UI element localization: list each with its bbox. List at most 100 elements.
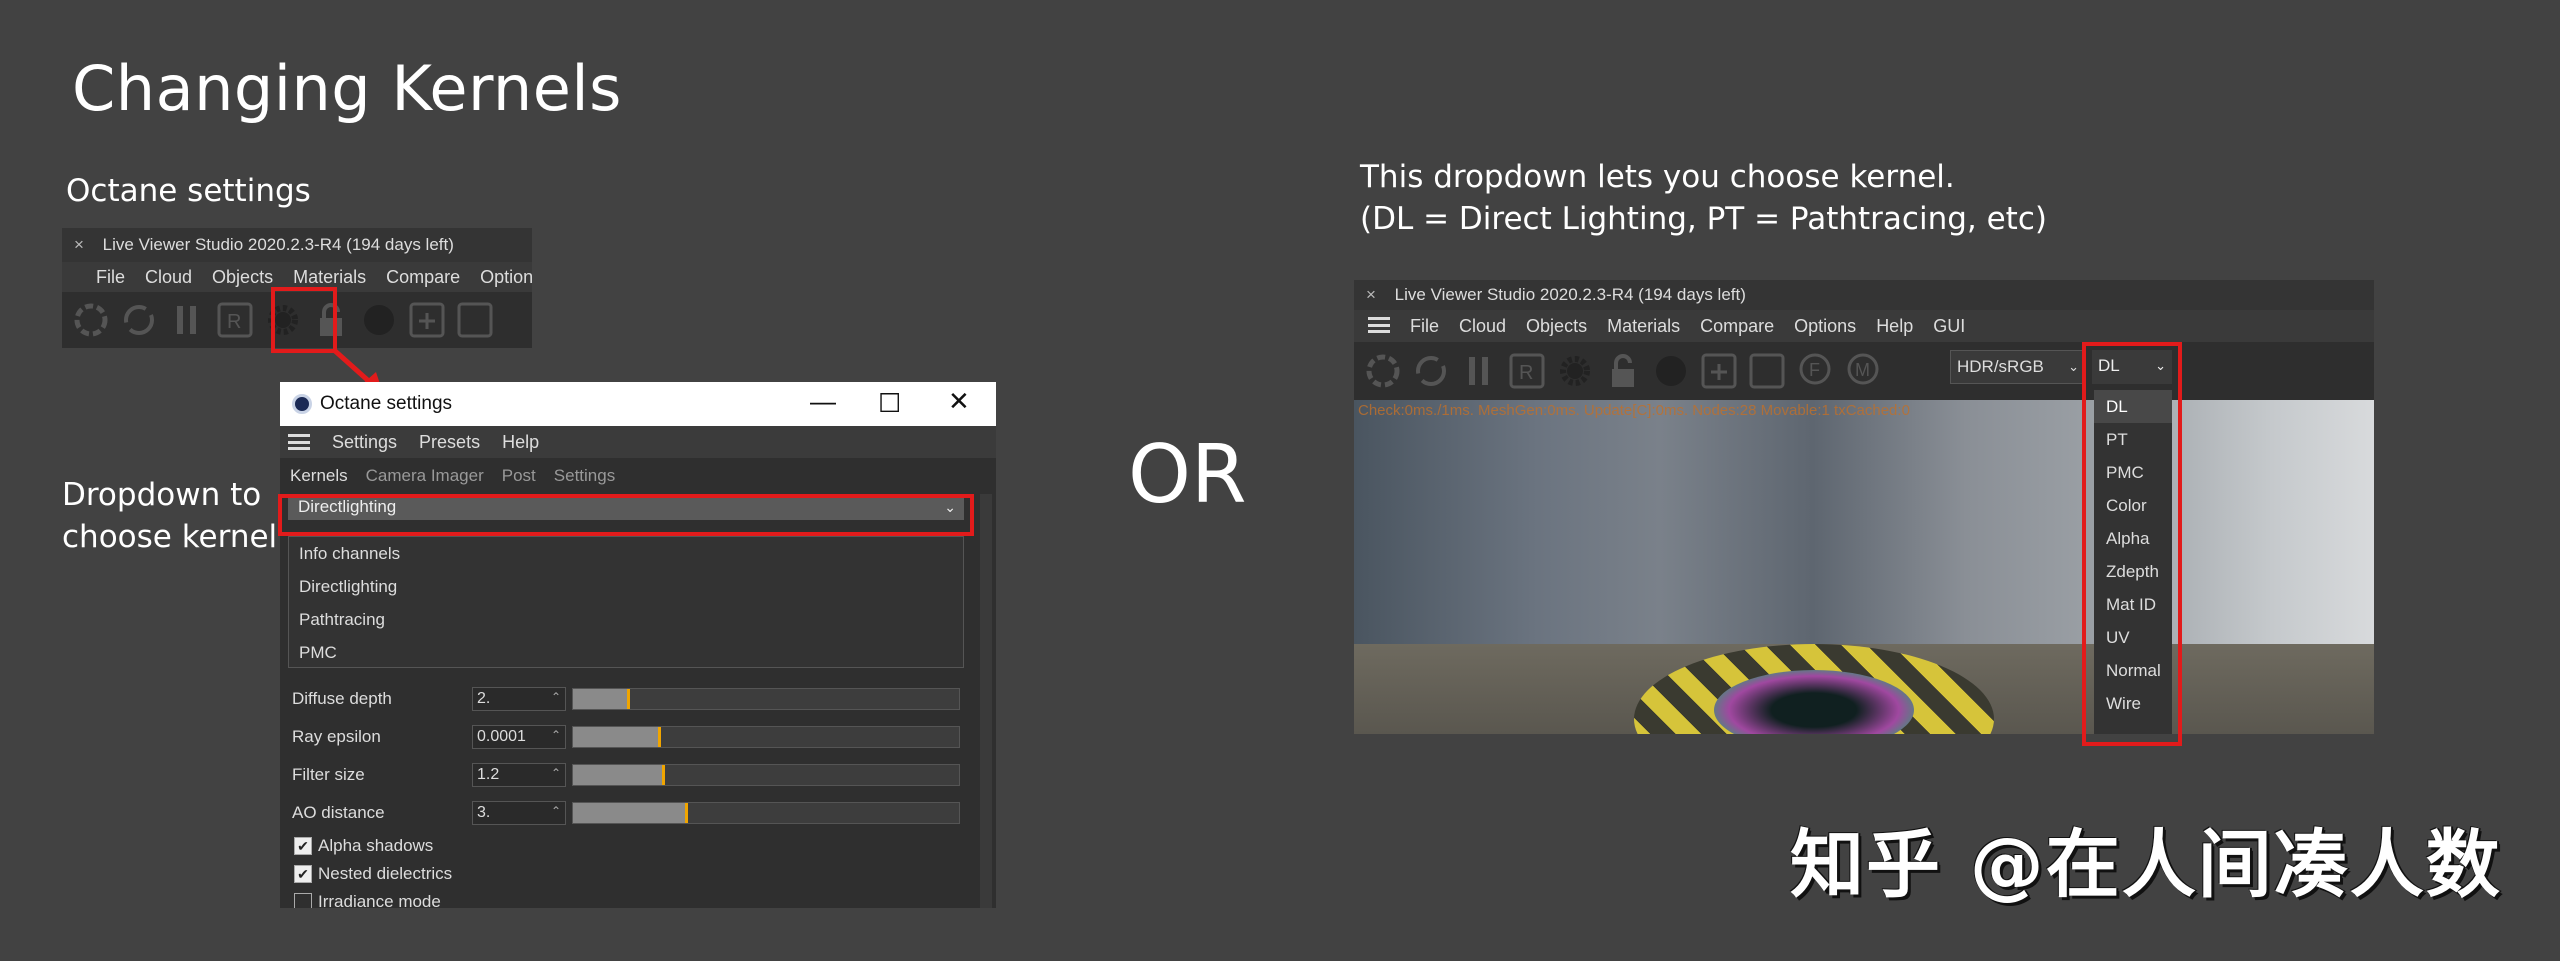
menu-cloud[interactable]: Cloud <box>145 262 192 292</box>
kernel-option-directlighting[interactable]: Directlighting <box>289 570 963 603</box>
region-render-icon[interactable]: R <box>216 301 254 339</box>
octane-settings-tabs: Kernels Camera Imager Post Settings <box>280 458 996 494</box>
menu-settings[interactable]: Settings <box>332 432 397 453</box>
live-viewer-large-titlebar: × Live Viewer Studio 2020.2.3-R4 (194 da… <box>1354 280 2374 310</box>
hamburger-icon[interactable] <box>1368 317 1390 333</box>
add-icon[interactable] <box>1700 352 1738 390</box>
param-value-field[interactable]: 0.0001 <box>472 724 566 749</box>
kernel-description-line1: This dropdown lets you choose kernel. <box>1360 159 1955 195</box>
maximize-icon[interactable]: ☐ <box>878 388 901 419</box>
hamburger-icon[interactable] <box>288 434 310 450</box>
checkbox-label: Alpha shadows <box>318 836 434 855</box>
kernel-description: This dropdown lets you choose kernel. (D… <box>1360 156 2047 240</box>
pause-icon[interactable] <box>1460 352 1498 390</box>
menu-objects[interactable]: Objects <box>212 262 273 292</box>
param-row: AO distance 3. <box>292 798 962 828</box>
kernel-option-info-channels[interactable]: Info channels <box>289 537 963 570</box>
menu-file[interactable]: File <box>1410 310 1439 342</box>
dropdown-caption-line1: Dropdown to <box>62 477 262 513</box>
menu-options[interactable]: Options <box>1794 310 1856 342</box>
octane-settings-titlebar: Octane settings — ☐ ✕ <box>280 382 996 426</box>
sphere-icon[interactable] <box>1652 352 1690 390</box>
checkbox-alpha-shadows[interactable]: ✔ Alpha shadows <box>294 836 433 856</box>
region-render-icon[interactable]: R <box>1508 352 1546 390</box>
color-mode-value: HDR/sRGB <box>1957 357 2044 376</box>
param-label: Filter size <box>292 765 365 784</box>
menu-options[interactable]: Options <box>480 262 532 292</box>
menu-help[interactable]: Help <box>502 432 539 453</box>
param-value-field[interactable]: 1.2 <box>472 762 566 787</box>
octane-settings-window: Octane settings — ☐ ✕ Settings Presets H… <box>280 382 996 908</box>
scrollbar[interactable] <box>980 494 992 908</box>
checkbox-irradiance-mode[interactable]: Irradiance mode <box>294 892 441 908</box>
frame-icon[interactable] <box>1748 352 1786 390</box>
pause-icon[interactable] <box>168 301 206 339</box>
checkbox-icon[interactable]: ✔ <box>294 865 312 883</box>
param-row: Diffuse depth 2. <box>292 684 962 714</box>
param-slider[interactable] <box>572 688 960 710</box>
checkbox-label: Nested dielectrics <box>318 864 453 883</box>
tab-settings[interactable]: Settings <box>554 466 615 486</box>
aperture-icon[interactable] <box>1364 352 1402 390</box>
tab-post[interactable]: Post <box>502 466 536 486</box>
menu-presets[interactable]: Presets <box>419 432 480 453</box>
menu-objects[interactable]: Objects <box>1526 310 1587 342</box>
menu-help[interactable]: Help <box>1876 310 1913 342</box>
render-status-text: Check:0ms./1ms. MeshGen:0ms. Update[C]:0… <box>1358 402 1910 419</box>
checkbox-nested-dielectrics[interactable]: ✔ Nested dielectrics <box>294 864 452 884</box>
svg-text:R: R <box>1519 362 1533 384</box>
render-viewport[interactable]: Check:0ms./1ms. MeshGen:0ms. Update[C]:0… <box>1354 400 2374 734</box>
close-icon[interactable]: × <box>1366 285 1376 304</box>
lock-icon[interactable] <box>1604 352 1642 390</box>
gear-icon[interactable] <box>1556 352 1594 390</box>
tab-kernels[interactable]: Kernels <box>290 466 348 486</box>
param-value-field[interactable]: 2. <box>472 686 566 711</box>
tab-camera-imager[interactable]: Camera Imager <box>366 466 484 486</box>
kernel-option-pathtracing[interactable]: Pathtracing <box>289 603 963 636</box>
live-viewer-small-title: Live Viewer Studio 2020.2.3-R4 (194 days… <box>102 235 454 254</box>
svg-text:M: M <box>1855 360 1870 380</box>
checkbox-icon[interactable]: ✔ <box>294 837 312 855</box>
param-label: Diffuse depth <box>292 689 392 708</box>
menu-compare[interactable]: Compare <box>1700 310 1774 342</box>
svg-text:R: R <box>227 311 241 333</box>
close-icon[interactable]: ✕ <box>948 386 970 417</box>
param-slider[interactable] <box>572 726 960 748</box>
kernel-select-highlight-box <box>2082 342 2182 746</box>
live-viewer-large-menu: File Cloud Objects Materials Compare Opt… <box>1354 310 2374 342</box>
refresh-icon[interactable] <box>120 301 158 339</box>
aperture-icon[interactable] <box>72 301 110 339</box>
param-row: Ray epsilon 0.0001 <box>292 722 962 752</box>
sphere-icon[interactable] <box>360 301 398 339</box>
checkbox-icon[interactable] <box>294 893 312 908</box>
live-viewer-large: × Live Viewer Studio 2020.2.3-R4 (194 da… <box>1354 280 2374 734</box>
menu-gui[interactable]: GUI <box>1933 310 1965 342</box>
slide-title: Changing Kernels <box>72 52 622 125</box>
param-row: Filter size 1.2 <box>292 760 962 790</box>
menu-materials[interactable]: Materials <box>1607 310 1680 342</box>
dropdown-caption-line2: choose kernel <box>62 519 278 555</box>
add-icon[interactable] <box>408 301 446 339</box>
material-picker-icon[interactable]: M <box>1844 352 1882 390</box>
gear-highlight-box <box>271 287 337 353</box>
param-slider[interactable] <box>572 802 960 824</box>
chevron-down-icon: ⌄ <box>2068 359 2079 374</box>
octane-settings-caption: Octane settings <box>66 173 311 209</box>
param-value-field[interactable]: 3. <box>472 800 566 825</box>
kernel-option-pmc[interactable]: PMC <box>289 636 963 669</box>
menu-file[interactable]: File <box>96 262 125 292</box>
minimize-icon[interactable]: — <box>810 386 836 417</box>
focus-picker-icon[interactable]: F <box>1796 352 1834 390</box>
frame-icon[interactable] <box>456 301 494 339</box>
menu-cloud[interactable]: Cloud <box>1459 310 1506 342</box>
refresh-icon[interactable] <box>1412 352 1450 390</box>
menu-compare[interactable]: Compare <box>386 262 460 292</box>
svg-text:F: F <box>1809 360 1820 380</box>
kernel-description-line2: (DL = Direct Lighting, PT = Pathtracing,… <box>1360 201 2047 237</box>
color-mode-select[interactable]: HDR/sRGB ⌄ <box>1950 350 2086 384</box>
checkbox-label: Irradiance mode <box>318 892 441 908</box>
live-viewer-large-title: Live Viewer Studio 2020.2.3-R4 (194 days… <box>1394 285 1746 304</box>
param-slider[interactable] <box>572 764 960 786</box>
close-icon[interactable]: × <box>74 235 84 254</box>
kernel-options-list: Info channels Directlighting Pathtracing… <box>288 536 964 668</box>
